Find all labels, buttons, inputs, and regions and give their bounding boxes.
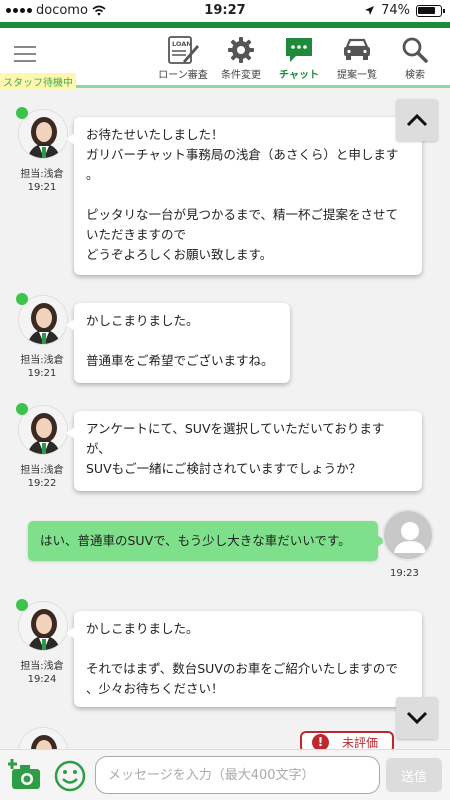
camera-button[interactable] <box>7 759 44 791</box>
chat-icon <box>286 38 312 62</box>
agent-bubble: アンケートにて、SUVを選択していただいております が、 SUVもご一緒にご検討… <box>66 411 422 491</box>
location-arrow-icon <box>365 6 375 15</box>
scroll-down-button[interactable] <box>396 697 438 739</box>
agent-bubble: お待たせいたしました！ ガリバーチャット事務局の浅倉（あさくら）と申します 。 … <box>66 117 422 275</box>
message-time: 19:23 <box>390 568 419 579</box>
agent-avatar <box>18 727 68 749</box>
online-indicator <box>16 107 28 119</box>
message-time: 19:21 <box>27 182 57 193</box>
emoji-button[interactable] <box>54 760 86 792</box>
nav-label: 提案一覧 <box>337 70 377 81</box>
agent-name: 担当:浅倉 <box>20 355 64 366</box>
app-header: スタッフ待機中 LOAN ローン審査 条件変更 チャット 提案一覧 検索 <box>0 28 450 90</box>
nav-label: 検索 <box>405 70 425 81</box>
user-avatar <box>382 509 434 561</box>
message-time: 19:22 <box>27 478 57 489</box>
battery-percent: 74% <box>381 3 410 18</box>
online-indicator <box>16 599 28 611</box>
search-icon <box>402 37 428 63</box>
loan-icon-text: LOAN <box>172 40 192 48</box>
agent-bubble: かしこまりました。 普通車をご希望でございますね。 <box>66 303 290 383</box>
chevron-down-icon <box>406 711 428 725</box>
gear-icon <box>228 37 254 63</box>
nav-loan-review[interactable]: LOAN ローン審査 <box>154 34 212 81</box>
send-button[interactable]: 送信 <box>386 758 442 792</box>
top-nav: LOAN ローン審査 条件変更 チャット 提案一覧 検索 <box>154 34 444 81</box>
user-bubble: はい、普通車のSUVで、もう少し大きな車だいいです。 <box>28 521 386 561</box>
nav-label: ローン審査 <box>158 70 208 81</box>
nav-label: 条件変更 <box>221 70 261 81</box>
unrated-label: 未評価 <box>342 736 379 749</box>
smiley-icon <box>54 760 86 792</box>
menu-icon[interactable] <box>14 46 36 62</box>
message-time: 19:24 <box>27 674 57 685</box>
message-time: 19:21 <box>27 368 57 379</box>
loan-document-icon: LOAN <box>168 36 199 64</box>
scroll-up-button[interactable] <box>396 99 438 141</box>
status-bar: docomo 19:27 74% <box>0 0 450 22</box>
battery-icon <box>416 4 445 17</box>
car-icon <box>344 38 370 60</box>
message-input[interactable] <box>95 756 380 794</box>
nav-proposal-list[interactable]: 提案一覧 <box>328 34 386 81</box>
nav-condition-change[interactable]: 条件変更 <box>212 34 270 81</box>
unrated-badge[interactable]: ! 未評価 <box>300 731 394 749</box>
staff-status-label: スタッフ待機中 <box>0 73 76 90</box>
nav-chat[interactable]: チャット <box>270 34 328 81</box>
chat-log[interactable]: 担当:浅倉 19:21 お待たせいたしました！ ガリバーチャット事務局の浅倉（あ… <box>0 91 450 749</box>
chevron-up-icon <box>406 113 428 127</box>
agent-name: 担当:浅倉 <box>20 169 64 180</box>
agent-name: 担当:浅倉 <box>20 661 64 672</box>
agent-name: 担当:浅倉 <box>20 465 64 476</box>
camera-add-icon <box>7 759 40 789</box>
nav-search[interactable]: 検索 <box>386 34 444 81</box>
online-indicator <box>16 403 28 415</box>
nav-label: チャット <box>279 70 319 81</box>
alert-icon: ! <box>312 734 329 749</box>
message-input-bar: 送信 <box>0 749 450 800</box>
agent-bubble: かしこまりました。 それではまず、数台SUVのお車をご紹介いたしますので 、少々… <box>66 611 422 707</box>
online-indicator <box>16 293 28 305</box>
